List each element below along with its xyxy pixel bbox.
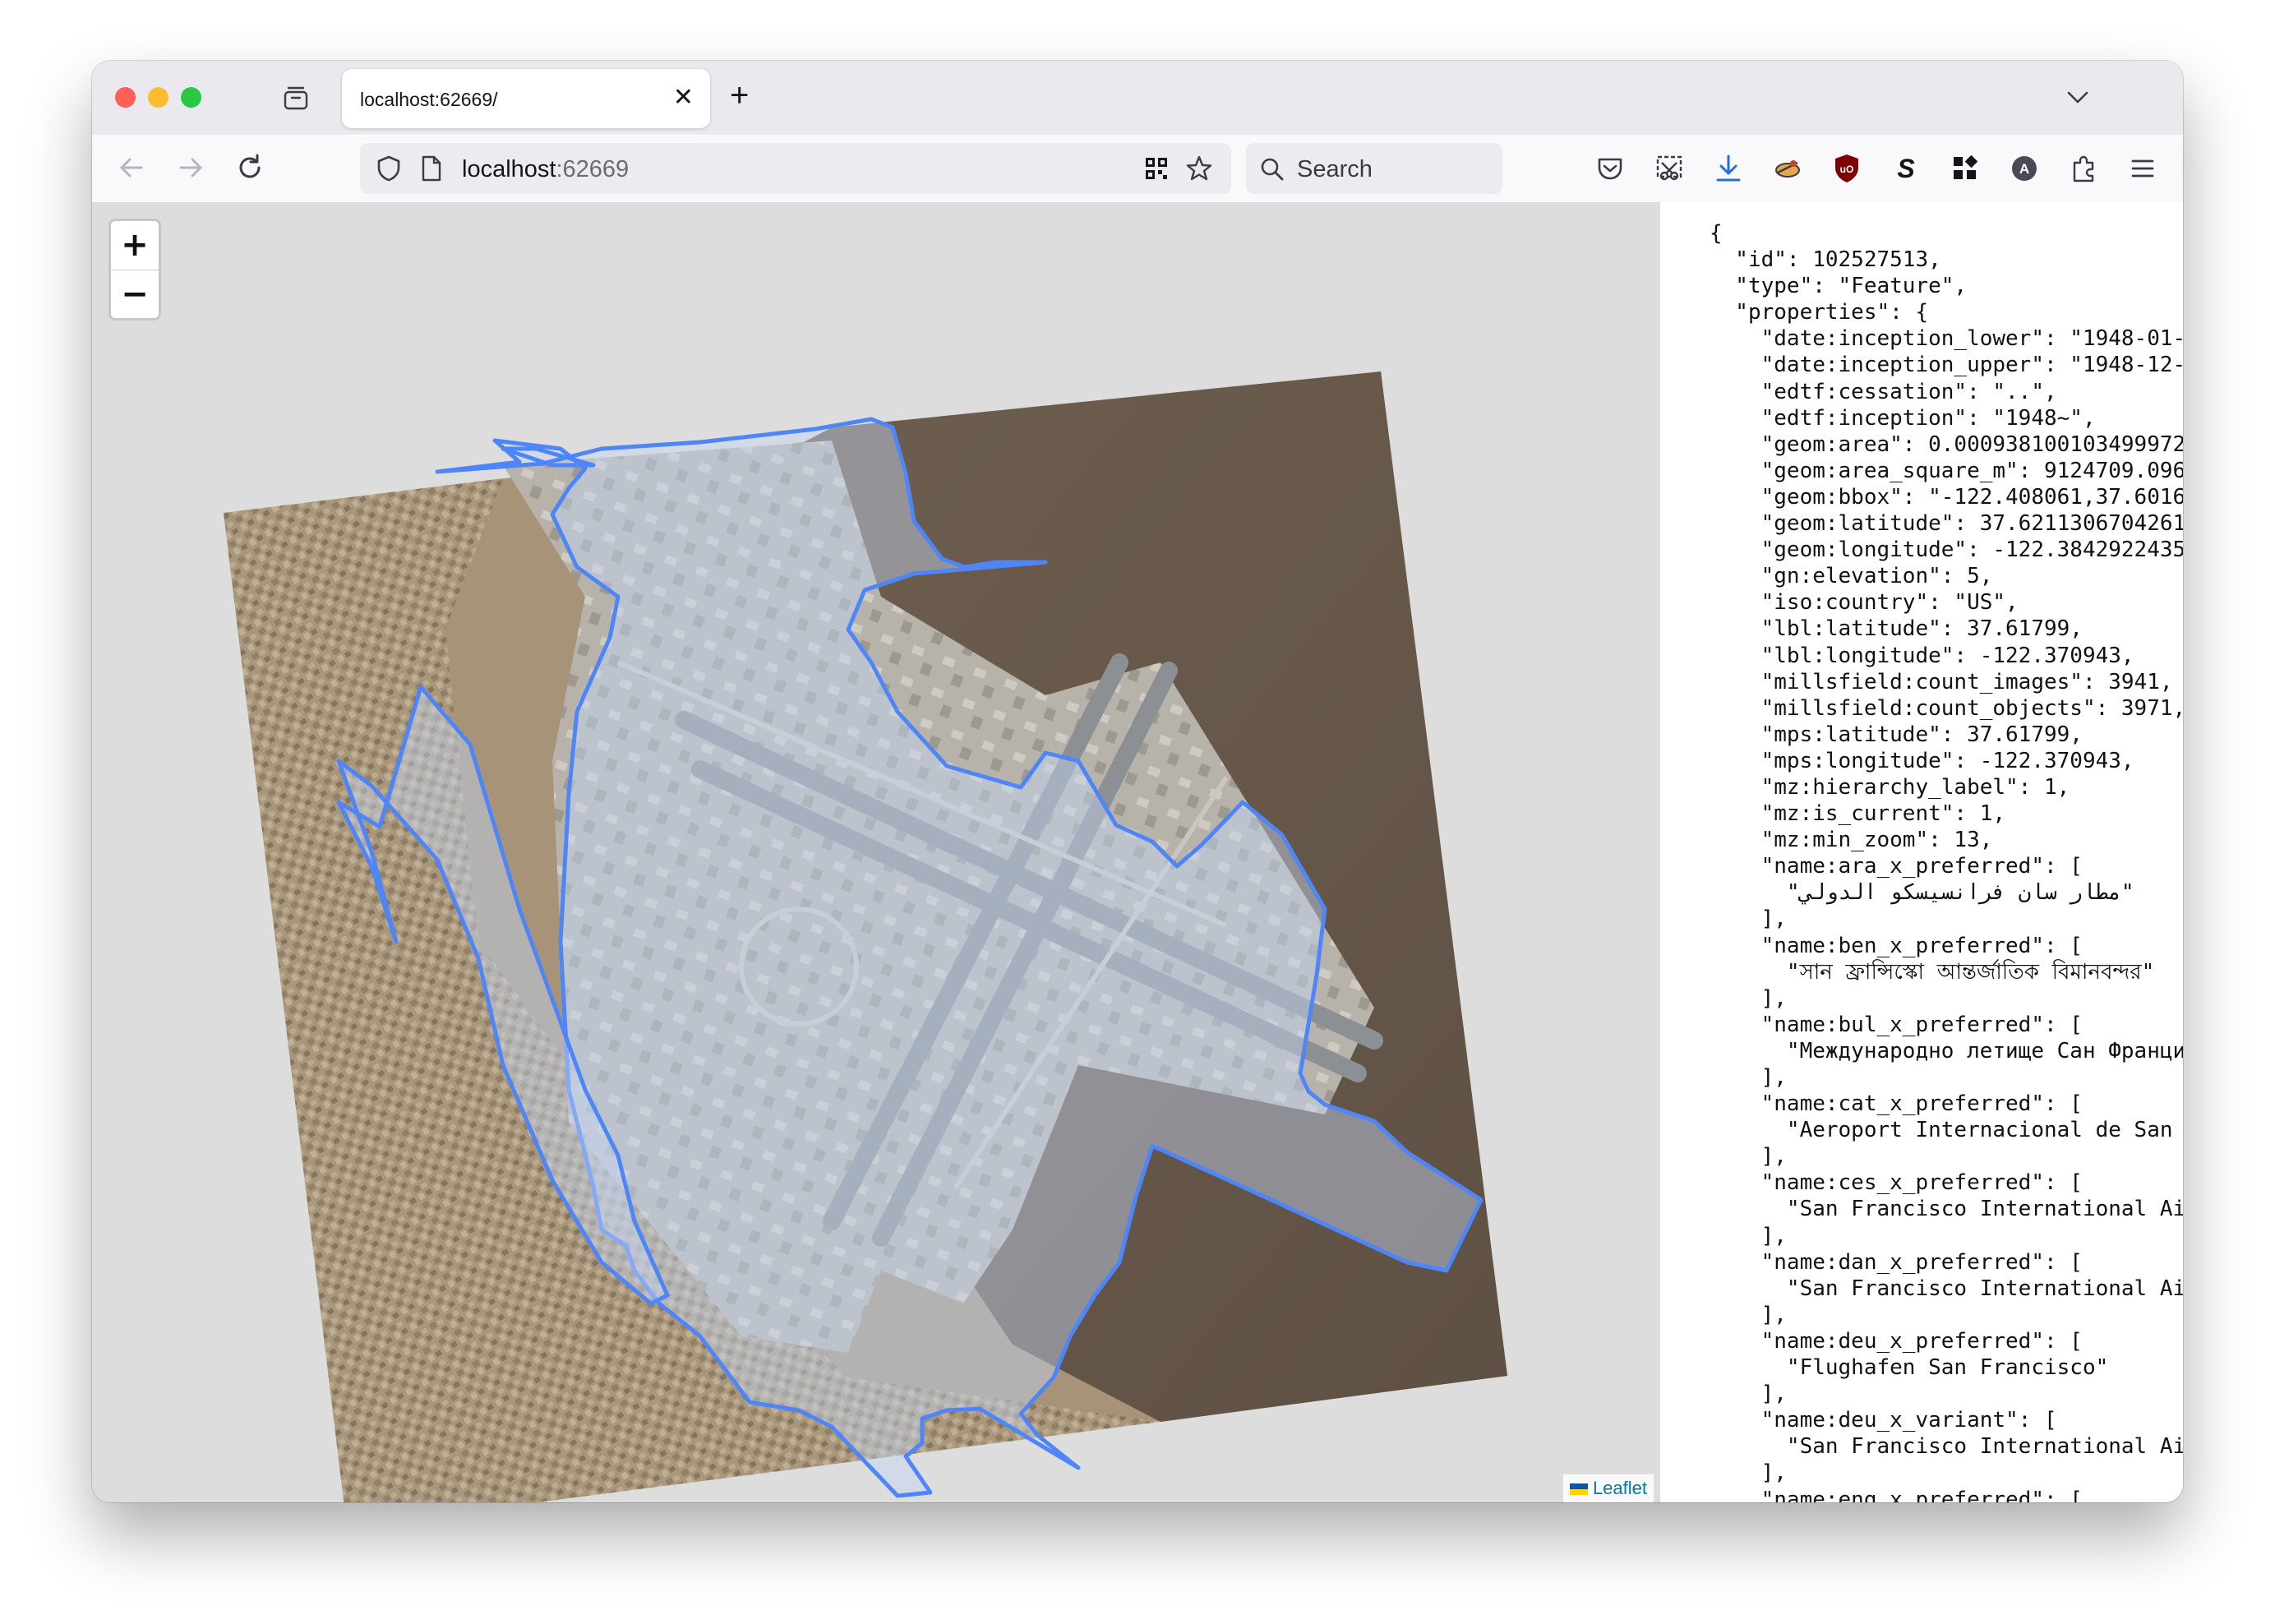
page-content: + − Leaflet { "id": 102527513, "type": "… (92, 202, 2183, 1502)
tab-close-icon[interactable]: ✕ (673, 85, 694, 110)
bookmark-star-icon[interactable] (1185, 155, 1213, 182)
account-avatar-icon[interactable]: A (2007, 151, 2042, 186)
json-line: ], (1710, 1223, 1787, 1248)
dollar-s-icon[interactable]: S (1889, 151, 1923, 186)
json-line: "San Francisco International Ai (1710, 1434, 2183, 1460)
json-line: "mz:is_current": 1, (1710, 801, 2006, 827)
json-line: "gn:elevation": 5, (1710, 564, 1993, 589)
json-line: "edtf:cessation": "..", (1710, 379, 2057, 404)
json-line: "Международно летище Сан Франци (1710, 1038, 2183, 1063)
geojson-panel: { "id": 102527513, "type": "Feature", "p… (1660, 202, 2183, 1502)
search-icon (1261, 158, 1284, 181)
puzzle-extensions-icon[interactable] (2066, 151, 2101, 186)
json-line: "mps:latitude": 37.61799, (1710, 722, 2083, 747)
svg-text:uO: uO (1840, 164, 1854, 175)
json-line: "name:cat_x_preferred": [ (1710, 1091, 2083, 1117)
download-icon[interactable] (1711, 151, 1746, 186)
json-line: "id": 102527513, (1710, 247, 1941, 273)
chevron-down-icon[interactable] (2063, 82, 2093, 112)
json-line: "name:bul_x_preferred": [ (1710, 1012, 2083, 1037)
json-line: "lbl:latitude": 37.61799, (1710, 616, 2083, 642)
json-line: "geom:area": 0.000938100103499972 (1710, 431, 2183, 457)
zoom-window-button[interactable] (181, 87, 201, 108)
reload-icon[interactable] (233, 151, 266, 184)
json-line: ], (1710, 1065, 1787, 1090)
json-line: ], (1710, 1460, 1787, 1486)
screenshot-icon[interactable] (1652, 151, 1687, 186)
json-line: "mz:min_zoom": 13, (1710, 828, 1993, 853)
svg-text:S: S (1897, 154, 1915, 183)
json-line: "Aeroport Internacional de San (1710, 1118, 2183, 1143)
json-line: "date:inception_lower": "1948-01- (1710, 326, 2183, 352)
json-line: ], (1710, 907, 1787, 932)
close-window-button[interactable] (115, 87, 136, 108)
json-line: ], (1710, 1302, 1787, 1327)
tab-localhost[interactable]: localhost:62669/ ✕ (342, 69, 710, 128)
zoom-control: + − (108, 219, 161, 321)
url-port: :62669 (556, 156, 630, 182)
json-line: "সান ফ্রান্সিস্কো আন্তর্জাতিক বিমানবন্দর… (1710, 959, 2155, 985)
json-line: "geom:latitude": 37.6211306704261 (1710, 511, 2183, 537)
geojson-text: { "id": 102527513, "type": "Feature", "p… (1710, 220, 2183, 1502)
back-icon[interactable] (115, 151, 148, 184)
extension-hand-icon[interactable] (1770, 151, 1805, 186)
json-line: "San Francisco International Ai (1710, 1197, 2183, 1222)
json-line: "millsfield:count_objects": 3971, (1710, 695, 2183, 721)
zoom-out-button[interactable]: − (111, 270, 159, 318)
json-line: "name:deu_x_variant": [ (1710, 1408, 2057, 1433)
navigation-toolbar: localhost:62669 Search uO S A (92, 135, 2183, 203)
shield-icon[interactable] (375, 155, 403, 182)
json-line: "name:ces_x_preferred": [ (1710, 1170, 2083, 1196)
json-line: "properties": { (1710, 300, 1929, 325)
url-bar[interactable]: localhost:62669 (360, 143, 1231, 194)
json-line: ], (1710, 1144, 1787, 1170)
extensions-grid-icon[interactable] (1948, 151, 1982, 186)
url-text[interactable]: localhost:62669 (462, 156, 629, 183)
json-line: "geom:area_square_m": 9124709.096 (1710, 458, 2183, 483)
page-icon[interactable] (419, 155, 444, 182)
search-bar[interactable]: Search (1246, 143, 1502, 194)
json-line: "name:eng_x_preferred": [ (1710, 1487, 2083, 1503)
leaflet-link[interactable]: Leaflet (1593, 1478, 1647, 1498)
json-line: "mz:hierarchy_label": 1, (1710, 774, 2070, 800)
json-line: "مطار سان فرانسيسكو الدولي" (1710, 880, 2134, 906)
map-canvas[interactable] (92, 202, 1660, 1502)
ukraine-flag-icon (1569, 1483, 1588, 1496)
forward-icon[interactable] (174, 151, 207, 184)
json-line: "edtf:inception": "1948~", (1710, 405, 2096, 431)
json-line: "name:dan_x_preferred": [ (1710, 1249, 2083, 1275)
json-line: { (1710, 221, 1723, 246)
json-line: "San Francisco International Ai (1710, 1276, 2183, 1301)
svg-text:A: A (2019, 161, 2029, 177)
leaflet-map[interactable]: + − Leaflet (92, 202, 1660, 1502)
json-line: "name:ben_x_preferred": [ (1710, 933, 2083, 958)
json-line: "iso:country": "US", (1710, 590, 2019, 616)
json-line: "geom:bbox": "-122.408061,37.6016 (1710, 484, 2183, 510)
ublock-shield-icon[interactable]: uO (1830, 151, 1864, 186)
new-tab-button[interactable]: + (730, 77, 749, 113)
map-attribution[interactable]: Leaflet (1562, 1474, 1654, 1502)
menu-icon[interactable] (2125, 151, 2160, 186)
json-line: "geom:longitude": -122.3842922435 (1710, 537, 2183, 563)
json-line: "date:inception_upper": "1948-12- (1710, 353, 2183, 378)
json-line: "Flughafen San Francisco" (1710, 1355, 2109, 1381)
json-line: "name:deu_x_preferred": [ (1710, 1328, 2083, 1354)
json-line: "name:ara_x_preferred": [ (1710, 854, 2083, 879)
tab-title: localhost:62669/ (360, 89, 498, 110)
browser-window: localhost:62669/ ✕ + localhost:62669 Sea… (92, 61, 2183, 1502)
pocket-icon[interactable] (1593, 151, 1627, 186)
json-line: "millsfield:count_images": 3941, (1710, 669, 2173, 694)
tab-overview-icon[interactable] (283, 85, 309, 110)
json-line: "lbl:longitude": -122.370943, (1710, 643, 2134, 668)
json-line: "type": "Feature", (1710, 274, 1968, 299)
zoom-in-button[interactable]: + (111, 221, 159, 270)
tab-strip: localhost:62669/ ✕ + (92, 61, 2183, 135)
search-placeholder: Search (1297, 156, 1373, 182)
json-line: ], (1710, 985, 1787, 1011)
json-line: ], (1710, 1382, 1787, 1407)
json-line: "mps:longitude": -122.370943, (1710, 748, 2134, 773)
url-host: localhost (462, 156, 556, 182)
qr-code-icon[interactable] (1144, 156, 1169, 181)
minimize-window-button[interactable] (148, 87, 168, 108)
